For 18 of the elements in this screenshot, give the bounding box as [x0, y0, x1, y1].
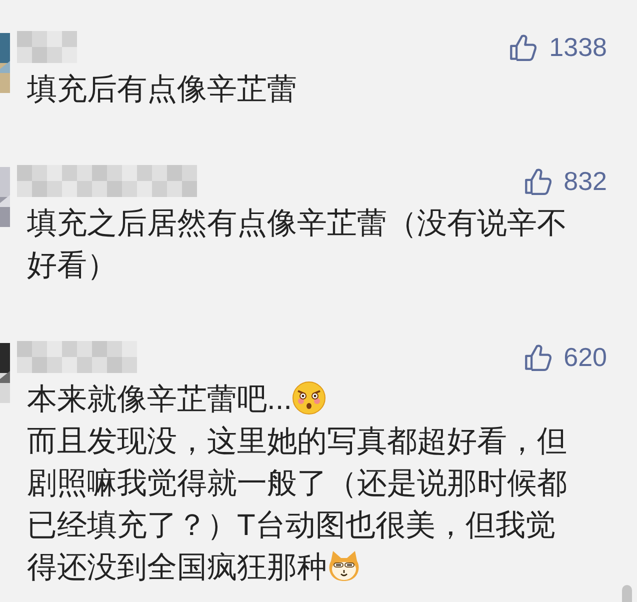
- like-count: 832: [564, 166, 607, 196]
- comment-text: 而且发现没，这里她的写真都超好看，但: [27, 425, 567, 458]
- comment-text: 已经填充了？）T台动图也很美，但我觉: [27, 509, 556, 542]
- scrollbar-thumb[interactable]: [622, 585, 632, 602]
- like-count: 620: [564, 342, 607, 372]
- like-count: 1338: [549, 32, 607, 62]
- comment-text: 得还没到全国疯狂那种: [27, 551, 327, 584]
- dog-face-icon: [327, 549, 361, 583]
- thumbs-up-icon[interactable]: [524, 167, 552, 195]
- pixelated-username: [17, 31, 77, 63]
- thumbs-up-icon[interactable]: [524, 343, 552, 371]
- shocked-face-icon: [292, 381, 326, 415]
- comment-text: 填充之后居然有点像辛芷蕾（没有说辛不: [27, 207, 567, 240]
- comment-text: 填充后有点像辛芷蕾: [27, 73, 297, 106]
- comment-text: 本来就像辛芷蕾吧...: [27, 383, 292, 416]
- comment-text: 好看）: [27, 249, 117, 282]
- comment-text: 剧照嘛我觉得就一般了（还是说那时候都: [27, 467, 567, 500]
- thumbs-up-icon[interactable]: [509, 33, 538, 61]
